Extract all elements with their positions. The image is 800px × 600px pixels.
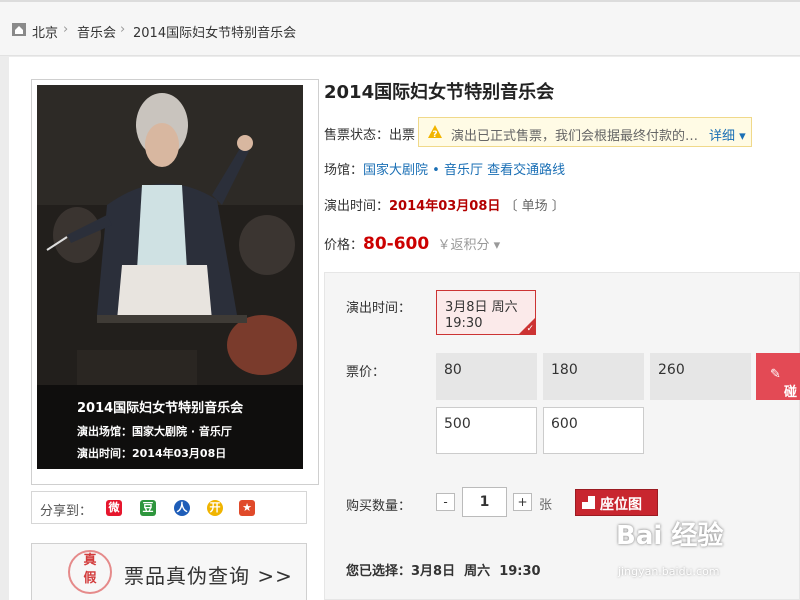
seat-map-label: 座位图 [600, 497, 642, 513]
verify-text: 票品真伪查询 >> [124, 564, 293, 588]
ticket-selector: 演出时间： 3月8日 周六 19:30 ✓ 票价： 80 180 260 ✎ 碰… [324, 272, 800, 600]
session-option-selected[interactable]: 3月8日 周六 19:30 ✓ [436, 290, 536, 335]
show-time-value: 2014年03月08日 [389, 199, 501, 214]
show-time-row: 演出时间：2014年03月08日 〔 单场 〕 [324, 195, 565, 214]
show-type: 〔 单场 〕 [504, 199, 565, 214]
seat-map-icon [582, 496, 595, 509]
breadcrumb-separator-icon: › [120, 22, 126, 37]
share-bar: 分享到： 微 豆 人 开 ★ [31, 491, 307, 524]
price-option[interactable]: 600 [543, 407, 644, 454]
selection-label: 您已选择： [346, 564, 412, 579]
check-icon: ✓ [526, 324, 534, 334]
session-date: 3月8日 周六 [445, 300, 518, 315]
notice-more-link[interactable]: 详细 ▾ [709, 125, 746, 144]
sale-notice: ? 演出已正式售票，我们会根据最终付款的… 详细 ▾ [418, 117, 752, 147]
home-icon[interactable] [12, 23, 26, 36]
selection-summary: 3月8日 周六 19:30 [411, 564, 541, 579]
quantity-unit: 张 [539, 498, 553, 513]
renren-icon[interactable]: 人 [174, 500, 190, 516]
kaixin-icon[interactable]: 开 [207, 500, 223, 516]
price-option[interactable]: 260 [650, 353, 751, 400]
share-label: 分享到： [40, 504, 93, 519]
price-option[interactable]: 180 [543, 353, 644, 400]
baidu-watermark: Bai 经验 [616, 521, 724, 551]
session-label: 演出时间： [346, 301, 412, 316]
quantity-increase-button[interactable]: + [513, 493, 532, 511]
svg-text:?: ? [432, 130, 437, 140]
qzone-icon[interactable]: ★ [239, 500, 255, 516]
ticket-verify-button[interactable]: 真假 票品真伪查询 >> [31, 543, 307, 600]
conductor-photo [37, 85, 303, 385]
breadcrumb: 北京 › 音乐会 › 2014国际妇女节特别音乐会 [0, 0, 800, 56]
seat-map-button[interactable]: 座位图 [575, 489, 658, 516]
poster-venue: 演出场馆：国家大剧院 · 音乐厅 [77, 425, 232, 438]
quantity-label: 购买数量： [346, 499, 412, 514]
event-poster: 2014国际妇女节特别音乐会 演出场馆：国家大剧院 · 音乐厅 演出时间：201… [31, 79, 319, 485]
notice-text: 演出已正式售票，我们会根据最终付款的… [451, 129, 699, 144]
quantity-input[interactable]: 1 [462, 487, 507, 517]
price-action-button[interactable]: ✎ 碰 [756, 353, 800, 400]
points-link[interactable]: ￥返积分 ▾ [437, 238, 500, 253]
weibo-icon[interactable]: 微 [106, 500, 122, 516]
breadcrumb-separator-icon: › [63, 22, 69, 37]
venue-label: 场馆： [324, 163, 364, 178]
poster-image: 2014国际妇女节特别音乐会 演出场馆：国家大剧院 · 音乐厅 演出时间：201… [37, 85, 303, 469]
question-icon: ? [428, 125, 442, 140]
event-title: 2014国际妇女节特别音乐会 [324, 82, 555, 103]
sale-status-row: 售票状态：出票 [324, 124, 415, 143]
sale-status-value: 出票 [389, 128, 416, 143]
baidu-watermark-url: jingyan.baidu.com [618, 565, 720, 578]
sale-status-label: 售票状态： [324, 128, 390, 143]
poster-caption: 2014国际妇女节特别音乐会 演出场馆：国家大剧院 · 音乐厅 演出时间：201… [37, 385, 303, 469]
price-option[interactable]: 500 [436, 407, 537, 454]
price-row: 价格：80-600 ￥返积分 ▾ [324, 234, 500, 254]
breadcrumb-current: 2014国际妇女节特别音乐会 [133, 26, 297, 41]
poster-date: 演出时间：2014年03月08日 [77, 447, 227, 460]
price-option[interactable]: 80 [436, 353, 537, 400]
douban-icon[interactable]: 豆 [140, 500, 156, 516]
venue-row: 场馆：国家大剧院 • 音乐厅 查看交通路线 [324, 159, 565, 178]
quantity-decrease-button[interactable]: - [436, 493, 455, 511]
directions-link[interactable]: 查看交通路线 [487, 163, 565, 178]
poster-title: 2014国际妇女节特别音乐会 [77, 401, 244, 416]
session-time: 19:30 [445, 316, 483, 331]
show-time-label: 演出时间： [324, 199, 390, 214]
verify-seal-icon: 真假 [68, 550, 112, 594]
price-options-label: 票价： [346, 365, 386, 380]
breadcrumb-category-link[interactable]: 音乐会 [77, 22, 116, 41]
price-range: 80-600 [363, 234, 430, 254]
breadcrumb-home-link[interactable]: 北京 [32, 22, 58, 41]
price-label: 价格： [324, 238, 364, 253]
venue-link[interactable]: 国家大剧院 • 音乐厅 [363, 163, 483, 178]
